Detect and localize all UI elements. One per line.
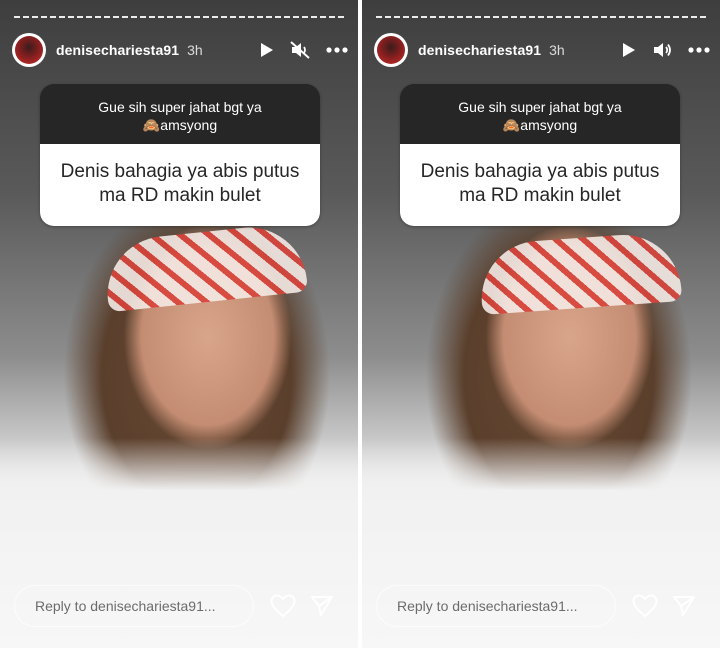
story-progress-bar bbox=[14, 16, 346, 18]
story-footer: Reply to denisechariesta91... bbox=[14, 584, 348, 628]
question-answer: Denis bahagia ya abis putus ma RD makin … bbox=[400, 144, 680, 226]
username[interactable]: denisechariesta91 bbox=[56, 42, 179, 58]
avatar[interactable] bbox=[12, 33, 46, 67]
question-sticker: Gue sih super jahat bgt ya 🙈amsyong Deni… bbox=[400, 84, 680, 226]
reply-input[interactable]: Reply to denisechariesta91... bbox=[14, 585, 254, 627]
sound-on-icon[interactable] bbox=[652, 41, 672, 59]
answer-line: Denis bahagia ya abis putus bbox=[60, 161, 300, 182]
question-author: 🙈amsyong bbox=[502, 117, 578, 133]
question-answer: Denis bahagia ya abis putus ma RD makin … bbox=[40, 144, 320, 226]
story-header: denisechariesta91 3h bbox=[374, 32, 710, 68]
question-text: Gue sih super jahat bgt ya bbox=[458, 99, 622, 115]
heart-icon[interactable] bbox=[270, 594, 296, 618]
play-icon[interactable] bbox=[622, 42, 636, 58]
answer-line: ma RD makin bulet bbox=[99, 185, 261, 206]
more-options-icon[interactable] bbox=[326, 47, 348, 53]
story-panel-left: denisechariesta91 3h Gue sih super jahat… bbox=[0, 0, 358, 648]
send-icon[interactable] bbox=[672, 595, 696, 617]
story-footer: Reply to denisechariesta91... bbox=[376, 584, 710, 628]
answer-line: ma RD makin bulet bbox=[459, 185, 621, 206]
story-time: 3h bbox=[187, 42, 203, 58]
story-time: 3h bbox=[549, 42, 565, 58]
heart-icon[interactable] bbox=[632, 594, 658, 618]
question-sticker: Gue sih super jahat bgt ya 🙈amsyong Deni… bbox=[40, 84, 320, 226]
screenshot-pair: denisechariesta91 3h Gue sih super jahat… bbox=[0, 0, 720, 648]
question-prompt: Gue sih super jahat bgt ya 🙈amsyong bbox=[40, 84, 320, 144]
send-icon[interactable] bbox=[310, 595, 334, 617]
reply-input[interactable]: Reply to denisechariesta91... bbox=[376, 585, 616, 627]
story-progress-bar bbox=[376, 16, 708, 18]
more-options-icon[interactable] bbox=[688, 47, 710, 53]
question-prompt: Gue sih super jahat bgt ya 🙈amsyong bbox=[400, 84, 680, 144]
question-author: 🙈amsyong bbox=[142, 117, 218, 133]
question-text: Gue sih super jahat bgt ya bbox=[98, 99, 262, 115]
play-icon[interactable] bbox=[260, 42, 274, 58]
story-panel-right: denisechariesta91 3h Gue sih super jahat… bbox=[362, 0, 720, 648]
header-controls bbox=[622, 41, 710, 59]
username[interactable]: denisechariesta91 bbox=[418, 42, 541, 58]
avatar-image bbox=[15, 36, 43, 64]
reply-placeholder: Reply to denisechariesta91... bbox=[35, 598, 216, 614]
sound-muted-icon[interactable] bbox=[290, 41, 310, 59]
answer-line: Denis bahagia ya abis putus bbox=[420, 161, 660, 182]
reply-placeholder: Reply to denisechariesta91... bbox=[397, 598, 578, 614]
header-controls bbox=[260, 41, 348, 59]
story-header: denisechariesta91 3h bbox=[12, 32, 348, 68]
avatar-image bbox=[377, 36, 405, 64]
avatar[interactable] bbox=[374, 33, 408, 67]
